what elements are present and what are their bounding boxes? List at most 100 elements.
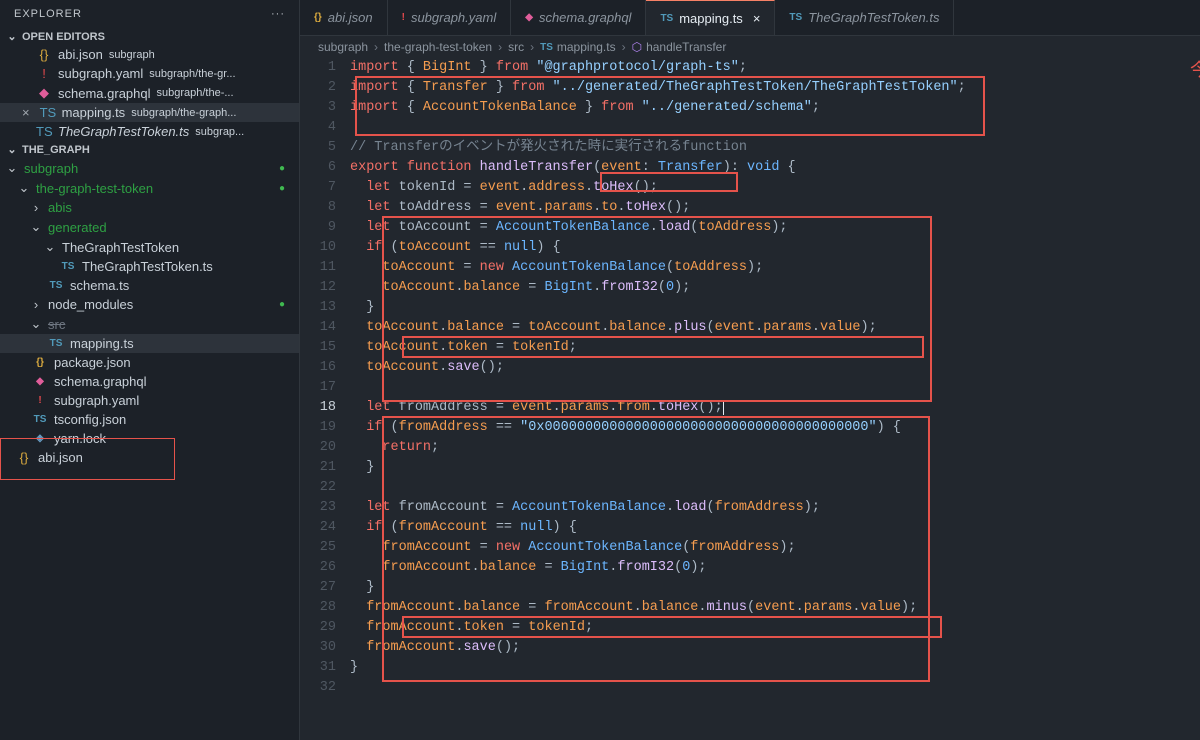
folder-subgraph[interactable]: ⌄ subgraph ● (0, 158, 299, 178)
file-type-icon: ! (402, 12, 405, 23)
file-type-icon: ◈ (32, 433, 48, 444)
code-line[interactable]: if (toAccount == null) { (350, 238, 1200, 258)
explorer-title: EXPLORER (14, 8, 82, 20)
file-type-icon: {} (314, 12, 322, 23)
open-editors-section[interactable]: ⌄ OPEN EDITORS (0, 28, 299, 45)
editor[interactable]: 1234567891011121314151617181920212223242… (300, 58, 1200, 740)
code-line[interactable]: if (fromAddress == "0x000000000000000000… (350, 418, 1200, 438)
code-line[interactable]: fromAccount.token = tokenId; (350, 618, 1200, 638)
git-added-icon: ● (273, 183, 291, 194)
code-line[interactable]: let tokenId = event.address.toHex(); (350, 178, 1200, 198)
open-editor-item[interactable]: ◆schema.graphql subgraph/the-... (0, 83, 299, 103)
folder-pkg[interactable]: ⌄ the-graph-test-token ● (0, 178, 299, 198)
bc-symbol[interactable]: ⬡ handleTransfer (632, 40, 727, 54)
folder-item[interactable]: ⌄TheGraphTestToken (0, 237, 299, 257)
code-line[interactable]: export function handleTransfer(event: Tr… (350, 158, 1200, 178)
file-type-icon: ! (36, 66, 52, 81)
tab-abi-json[interactable]: {} abi.json (300, 0, 388, 35)
code-line[interactable]: if (fromAccount == null) { (350, 518, 1200, 538)
chevron-icon: › (30, 297, 42, 312)
code-line[interactable]: let fromAddress = event.params.from.toHe… (350, 398, 1200, 418)
file-abi-json[interactable]: {} abi.json (0, 448, 299, 467)
code-line[interactable]: } (350, 298, 1200, 318)
code-line[interactable]: fromAccount.balance = fromAccount.balanc… (350, 598, 1200, 618)
open-editor-item[interactable]: TSTheGraphTestToken.ts subgrap... (0, 122, 299, 141)
file-item[interactable]: TS TheGraphTestToken.ts (0, 257, 299, 276)
code-line[interactable]: toAccount = new AccountTokenBalance(toAd… (350, 258, 1200, 278)
file-item[interactable]: TStsconfig.json (0, 410, 299, 429)
folder-item[interactable]: ›node_modules● (0, 295, 299, 314)
code-line[interactable]: toAccount.balance = BigInt.fromI32(0); (350, 278, 1200, 298)
workspace-section[interactable]: ⌄ THE_GRAPH (0, 141, 299, 158)
code-line[interactable]: toAccount.token = tokenId; (350, 338, 1200, 358)
code-line[interactable]: return; (350, 438, 1200, 458)
file-type-icon: TS (789, 12, 802, 23)
code-line[interactable] (350, 118, 1200, 138)
chevron-down-icon: ⌄ (6, 30, 18, 43)
bc-pkg[interactable]: the-graph-test-token (384, 40, 492, 54)
code-line[interactable]: let toAccount = AccountTokenBalance.load… (350, 218, 1200, 238)
file-name: subgraph.yaml (58, 66, 143, 81)
file-name: mapping.ts (70, 336, 134, 351)
code-line[interactable] (350, 478, 1200, 498)
tab-mapping-ts[interactable]: TSmapping.ts× (646, 0, 775, 35)
code-line[interactable]: } (350, 658, 1200, 678)
file-type-icon: {} (32, 357, 48, 368)
folder-item[interactable]: ⌄src (0, 314, 299, 334)
file-item[interactable]: ◈yarn.lock (0, 429, 299, 448)
close-icon[interactable]: × (749, 11, 761, 26)
tab-label: schema.graphql (539, 10, 632, 25)
code-line[interactable]: import { Transfer } from "../generated/T… (350, 78, 1200, 98)
tab-label: abi.json (328, 10, 373, 25)
file-type-icon: TS (60, 261, 76, 272)
bc-file[interactable]: TS mapping.ts (540, 40, 615, 54)
close-icon[interactable]: × (18, 105, 34, 120)
code-line[interactable]: import { BigInt } from "@graphprotocol/g… (350, 58, 1200, 78)
tab-schema-graphql[interactable]: ◆schema.graphql (511, 0, 646, 35)
file-item[interactable]: TSmapping.ts (0, 334, 299, 353)
folder-name: generated (48, 220, 107, 235)
code-line[interactable]: // Transferのイベントが発火された時に実行されるfunction (350, 138, 1200, 158)
folder-name: abis (48, 200, 72, 215)
folder-item[interactable]: ›abis (0, 198, 299, 217)
code-line[interactable]: let fromAccount = AccountTokenBalance.lo… (350, 498, 1200, 518)
file-name: schema.graphql (54, 374, 147, 389)
code-line[interactable]: fromAccount.balance = BigInt.fromI32(0); (350, 558, 1200, 578)
chevron-down-icon: ⌄ (6, 160, 18, 176)
code-line[interactable]: toAccount.balance = toAccount.balance.pl… (350, 318, 1200, 338)
code-line[interactable]: } (350, 578, 1200, 598)
file-item[interactable]: !subgraph.yaml (0, 391, 299, 410)
file-type-icon: ◆ (32, 376, 48, 387)
file-name: TheGraphTestToken.ts (82, 259, 213, 274)
breadcrumbs[interactable]: subgraph› the-graph-test-token› src› TS … (300, 36, 1200, 58)
tab-TheGraphTestToken-ts[interactable]: TS TheGraphTestToken.ts (775, 0, 954, 35)
open-editor-item[interactable]: ×TSmapping.ts subgraph/the-graph... (0, 103, 299, 122)
tab-label: TheGraphTestToken.ts (808, 10, 939, 25)
code-line[interactable]: toAccount.save(); (350, 358, 1200, 378)
file-name: TheGraphTestToken.ts (58, 124, 189, 139)
chevron-down-icon: ⌄ (6, 143, 18, 156)
code-line[interactable] (350, 378, 1200, 398)
code-line[interactable]: fromAccount = new AccountTokenBalance(fr… (350, 538, 1200, 558)
code-line[interactable]: import { AccountTokenBalance } from "../… (350, 98, 1200, 118)
symbol-icon: ⬡ (632, 40, 642, 54)
code-line[interactable] (350, 678, 1200, 698)
open-editor-item[interactable]: {}abi.json subgraph (0, 45, 299, 64)
file-type-icon: ◆ (36, 85, 52, 101)
code-area[interactable]: import { BigInt } from "@graphprotocol/g… (350, 58, 1200, 740)
bc-src[interactable]: src (508, 40, 524, 54)
file-item[interactable]: TSschema.ts (0, 276, 299, 295)
folder-item[interactable]: ⌄generated (0, 217, 299, 237)
more-actions-icon[interactable]: ··· (271, 8, 285, 20)
file-type-icon: TS (32, 414, 48, 425)
code-line[interactable]: fromAccount.save(); (350, 638, 1200, 658)
code-line[interactable]: let toAddress = event.params.to.toHex(); (350, 198, 1200, 218)
file-type-icon: TS (36, 124, 52, 139)
file-item[interactable]: ◆ schema.graphql (0, 372, 299, 391)
bc-subgraph[interactable]: subgraph (318, 40, 368, 54)
line-gutter: 1234567891011121314151617181920212223242… (300, 58, 350, 740)
file-item[interactable]: {}package.json (0, 353, 299, 372)
open-editor-item[interactable]: !subgraph.yaml subgraph/the-gr... (0, 64, 299, 83)
tab-subgraph-yaml[interactable]: !subgraph.yaml (388, 0, 512, 35)
code-line[interactable]: } (350, 458, 1200, 478)
